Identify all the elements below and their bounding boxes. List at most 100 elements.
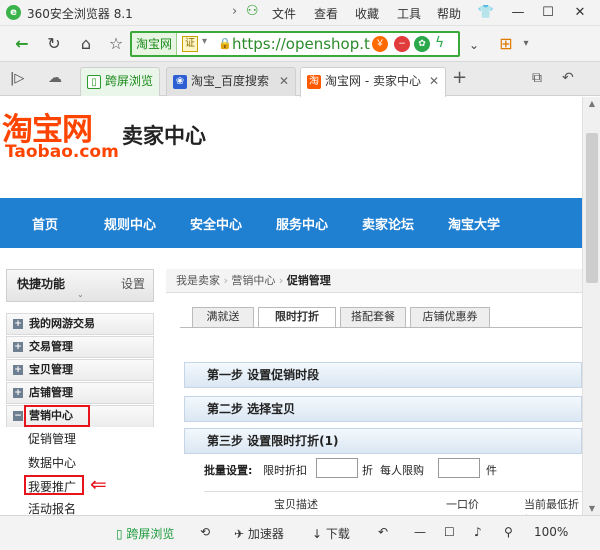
nav-service-center[interactable]: 服务中心 — [276, 214, 328, 233]
tab-full-gift[interactable]: 满就送 — [192, 307, 254, 327]
discount-input[interactable] — [316, 458, 358, 478]
tab-list-icon[interactable]: ⧉ — [532, 70, 542, 86]
sidebar-group-game-trade[interactable]: + 我的网游交易 — [6, 313, 154, 335]
back-button[interactable]: ← — [10, 32, 34, 56]
address-dropdown-icon[interactable]: ⌄ — [462, 33, 486, 57]
refresh-button[interactable]: ↻ — [42, 32, 66, 56]
expand-plus-icon[interactable]: + — [13, 388, 23, 398]
status-minus-icon[interactable]: — — [414, 525, 426, 539]
menu-tools[interactable]: 工具 — [397, 5, 421, 22]
user-icon[interactable]: ⚇ — [246, 3, 259, 19]
taobao-logo-en[interactable]: Taobao.com — [5, 142, 119, 162]
status-crossscreen[interactable]: ▯ 跨屏浏览 — [116, 525, 174, 542]
sidebar-settings-link[interactable]: 设置 — [121, 275, 145, 292]
highlight-promote-box — [24, 475, 84, 495]
sidebar-group-trade-mgmt[interactable]: + 交易管理 — [6, 336, 154, 358]
apps-dropdown-icon[interactable]: ▾ — [514, 32, 538, 56]
close-window-button[interactable]: ✕ — [566, 3, 594, 23]
tab-crossscreen[interactable]: ▯ 跨屏浏览 — [80, 67, 160, 96]
tab-shop-coupon[interactable]: 店铺优惠券 — [410, 307, 490, 327]
certificate-badge[interactable]: 证 — [182, 36, 198, 52]
limit-input[interactable] — [438, 458, 480, 478]
site-identity-label[interactable]: 淘宝网 — [132, 33, 178, 55]
page-content: 淘宝网 Taobao.com 卖家中心 首页 规则中心 安全中心 服务中心 卖家… — [0, 97, 582, 515]
expand-plus-icon[interactable]: + — [13, 342, 23, 352]
home-button[interactable]: ⌂ — [74, 32, 98, 56]
scroll-up-icon[interactable]: ▲ — [583, 99, 600, 108]
sidebar-toggle-icon[interactable]: |▷ — [10, 71, 24, 86]
new-tab-button[interactable]: + — [452, 67, 467, 88]
col-item-desc: 宝贝描述 — [274, 498, 318, 511]
collapse-chevron-icon[interactable]: ⌄ — [77, 290, 84, 299]
tab-flash-discount[interactable]: 限时打折 — [258, 307, 336, 328]
tab-bar: |▷ ☁ ▯ 跨屏浏览 ❀ 淘宝_百度搜索 ✕ 淘 淘宝网 - 卖家中心 ✕ +… — [0, 62, 600, 97]
scroll-down-icon[interactable]: ▼ — [583, 504, 600, 513]
maximize-button[interactable]: ☐ — [534, 3, 562, 23]
status-zoom[interactable]: 100% — [534, 525, 568, 539]
status-accelerator[interactable]: ✈ 加速器 — [234, 525, 284, 542]
tab-baidu-search[interactable]: ❀ 淘宝_百度搜索 ✕ — [166, 67, 296, 96]
sidebar-item-event-signup[interactable]: 活动报名 — [28, 500, 76, 515]
menu-view[interactable]: 查看 — [314, 5, 338, 22]
skin-icon[interactable]: 👕 — [472, 3, 500, 23]
undo-close-icon[interactable]: ↶ — [562, 70, 574, 86]
taobao-icon: 淘 — [307, 75, 321, 89]
block-icon[interactable]: − — [394, 36, 410, 52]
tab-label: 淘宝_百度搜索 — [191, 74, 270, 88]
menu-help[interactable]: 帮助 — [437, 5, 461, 22]
address-bar[interactable]: 淘宝网 证 ▾ 🔒 https://openshop.t ￥ − ✿ ϟ — [130, 31, 460, 57]
cloud-icon[interactable]: ☁ — [48, 70, 62, 86]
status-sound-icon[interactable]: ♪ — [474, 525, 482, 539]
tab-bundle[interactable]: 搭配套餐 — [340, 307, 406, 327]
close-tab-icon[interactable]: ✕ — [429, 68, 439, 95]
nav-rules-center[interactable]: 规则中心 — [104, 214, 156, 233]
step-3-header[interactable]: 第三步 设置限时打折(1) — [184, 428, 582, 454]
nav-taobao-university[interactable]: 淘宝大学 — [448, 214, 500, 233]
sidebar-header: 快捷功能 设置 ⌄ — [6, 269, 154, 302]
vertical-scrollbar[interactable]: ▲ ▼ — [582, 97, 600, 515]
minimize-button[interactable]: — — [504, 3, 532, 23]
nav-security-center[interactable]: 安全中心 — [190, 214, 242, 233]
menu-favorites[interactable]: 收藏 — [355, 5, 379, 22]
status-download[interactable]: ↓ 下载 — [312, 525, 350, 542]
tab-divider — [180, 327, 582, 328]
collapse-minus-icon[interactable]: − — [13, 411, 23, 421]
chevron-down-icon[interactable]: ▾ — [202, 36, 207, 47]
chevron-right-icon[interactable]: › — [232, 4, 237, 19]
limit-unit: 件 — [486, 464, 497, 477]
favorite-star-icon[interactable]: ☆ — [104, 32, 128, 56]
quick-functions-title: 快捷功能 — [17, 277, 66, 291]
nav-seller-forum[interactable]: 卖家论坛 — [362, 214, 414, 233]
breadcrumb-marketing[interactable]: 营销中心 — [231, 274, 275, 287]
breadcrumb: 我是卖家 › 营销中心 › 促销管理 — [166, 269, 582, 293]
status-feedback-icon[interactable]: ⟲ — [200, 525, 210, 539]
close-tab-icon[interactable]: ✕ — [279, 68, 289, 95]
item-table-header: 宝贝描述 一口价 当前最低折扣 — [204, 491, 582, 515]
sidebar-group-item-mgmt[interactable]: + 宝贝管理 — [6, 359, 154, 381]
step-2-header[interactable]: 第二步 选择宝贝 — [184, 396, 582, 422]
status-undo-icon[interactable]: ↶ — [378, 525, 388, 539]
url-text[interactable]: https://openshop.t — [232, 35, 370, 53]
expand-plus-icon[interactable]: + — [13, 365, 23, 375]
menu-file[interactable]: 文件 — [272, 5, 296, 22]
tab-seller-center[interactable]: 淘 淘宝网 - 卖家中心 ✕ — [300, 67, 446, 97]
step-1-header[interactable]: 第一步 设置促销时段 — [184, 362, 582, 388]
discount-label: 限时折扣 — [263, 464, 307, 477]
expand-plus-icon[interactable]: + — [13, 319, 23, 329]
sidebar-item-promotion-mgmt[interactable]: 促销管理 — [28, 430, 76, 447]
lightning-icon[interactable]: ϟ — [435, 35, 444, 51]
promotion-main: 我是卖家 › 营销中心 › 促销管理 满就送 限时打折 搭配套餐 店铺优惠券 第… — [166, 269, 582, 515]
sidebar-group-shop-mgmt[interactable]: + 店铺管理 — [6, 382, 154, 404]
status-window-icon[interactable]: ☐ — [444, 525, 455, 539]
security-icon[interactable]: ✿ — [414, 36, 430, 52]
breadcrumb-seller[interactable]: 我是卖家 — [176, 274, 220, 287]
download-icon: ↓ — [312, 527, 326, 541]
status-zoom-in-icon[interactable]: ⚲ — [504, 525, 513, 539]
sidebar-item-data-center[interactable]: 数据中心 — [28, 454, 76, 471]
browser-title-bar: e 360安全浏览器 8.1 › ⚇ 文件 查看 收藏 工具 帮助 👕 — ☐ … — [0, 0, 600, 26]
tab-label: 跨屏浏览 — [105, 74, 154, 88]
limit-label: 每人限购 — [380, 464, 424, 477]
shopping-icon[interactable]: ￥ — [372, 36, 388, 52]
nav-home[interactable]: 首页 — [32, 214, 58, 233]
scroll-thumb[interactable] — [586, 133, 598, 283]
